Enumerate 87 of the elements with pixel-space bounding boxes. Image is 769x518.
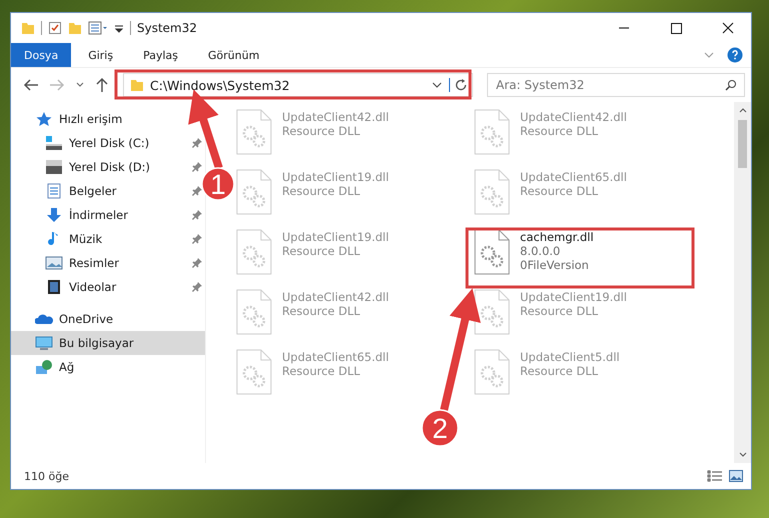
item-count: 110 öğe [24,470,69,482]
file-detail: Resource DLL [520,304,600,318]
pin-icon[interactable] [192,162,202,172]
gear-file-icon [236,289,272,335]
step-number: 1 [210,169,226,200]
file-detail: Resource DLL [282,184,362,198]
checkmark-icon[interactable] [48,21,62,35]
scrollbar[interactable] [734,102,751,463]
search-icon [725,79,737,91]
folder-icon [130,78,144,92]
sidebar-item[interactable]: Yerel Disk (C:) [11,131,205,155]
sidebar-item[interactable]: OneDrive [11,307,205,331]
pin-icon[interactable] [192,282,202,292]
sidebar-item[interactable]: Resimler [11,251,205,275]
gear-file-icon [474,229,510,275]
network-icon [35,359,53,375]
details-view-icon[interactable] [707,470,723,482]
step-badge [421,409,459,447]
scroll-thumb[interactable] [738,120,747,168]
help-icon[interactable] [727,47,743,63]
sidebar-item[interactable]: İndirmeler [11,203,205,227]
file-detail: 8.0.0.0 [520,244,562,258]
file-detail: Resource DLL [282,244,362,258]
gear-file-icon [474,289,510,335]
gear-file-icon [474,349,510,395]
ribbon-tab[interactable]: Dosya [11,43,72,67]
gear-file-icon [236,349,272,395]
sidebar-item[interactable]: Yerel Disk (D:) [11,155,205,179]
gear-file-icon [474,109,510,155]
file-detail: Resource DLL [282,364,362,378]
file-detail: Resource DLL [282,124,362,138]
file-detail: Resource DLL [520,184,600,198]
gear-file-icon [474,169,510,215]
step-number: 2 [432,413,448,444]
drive-icon [45,159,63,175]
ribbon-tab[interactable]: Paylaş [130,43,191,67]
up-arrow-icon[interactable] [95,77,109,93]
file-name: UpdateClient5.dll [520,350,620,364]
step-badge [201,167,235,201]
window-title: System32 [137,21,198,35]
picture-icon [45,255,63,271]
file-name: UpdateClient42.dll [282,290,389,304]
file-name: UpdateClient42.dll [282,110,389,124]
gear-file-icon [236,229,272,275]
ribbon-tab[interactable]: Görünüm [195,43,272,67]
sidebar-item[interactable]: Ağ [11,355,205,379]
film-icon [45,279,63,295]
gear-file-icon [236,109,272,155]
file-name: UpdateClient65.dll [282,350,389,364]
pin-icon[interactable] [192,186,202,196]
gear-file-icon [236,169,272,215]
file-name: UpdateClient65.dll [520,170,627,184]
file-detail: 0FileVersion [520,258,590,272]
large-icons-view-icon[interactable] [729,470,743,482]
pin-icon[interactable] [192,234,202,244]
chevron-icon[interactable] [431,80,443,90]
scroll-down-icon[interactable] [738,451,748,459]
ribbon-tab[interactable]: Giriş [75,43,126,67]
star-icon [35,111,53,127]
refresh-icon[interactable] [449,78,468,92]
search-field[interactable]: Ara: System32 [487,73,745,97]
file-detail: Resource DLL [282,304,362,318]
sidebar-item[interactable]: Müzik [11,227,205,251]
properties-icon[interactable] [88,21,108,35]
back-arrow-icon[interactable] [23,78,39,92]
file-name: cachemgr.dll [520,230,594,244]
drive-icon [45,135,63,151]
sidebar-item[interactable]: Videolar [11,275,205,299]
sidebar-item[interactable]: Belgeler [11,179,205,203]
down-arrow-icon [45,207,63,223]
file-detail: Resource DLL [520,124,600,138]
pin-icon[interactable] [192,210,202,220]
sidebar-item[interactable]: Hızlı erişim [11,107,205,131]
computer-icon [35,335,53,351]
file-name: UpdateClient19.dll [282,230,389,244]
file-name: UpdateClient42.dll [520,110,627,124]
pin-icon[interactable] [192,138,202,148]
pin-icon[interactable] [192,258,202,268]
document-icon [45,183,63,199]
address-bar[interactable]: C:\Windows\System32 [123,73,473,97]
file-name: UpdateClient19.dll [520,290,627,304]
sidebar-item[interactable]: Bu bilgisayar [11,331,205,355]
address-path: C:\Windows\System32 [150,78,290,92]
scroll-up-icon[interactable] [738,106,748,114]
chevron-icon[interactable] [75,81,85,89]
file-name: UpdateClient19.dll [282,170,389,184]
file-detail: Resource DLL [520,364,600,378]
